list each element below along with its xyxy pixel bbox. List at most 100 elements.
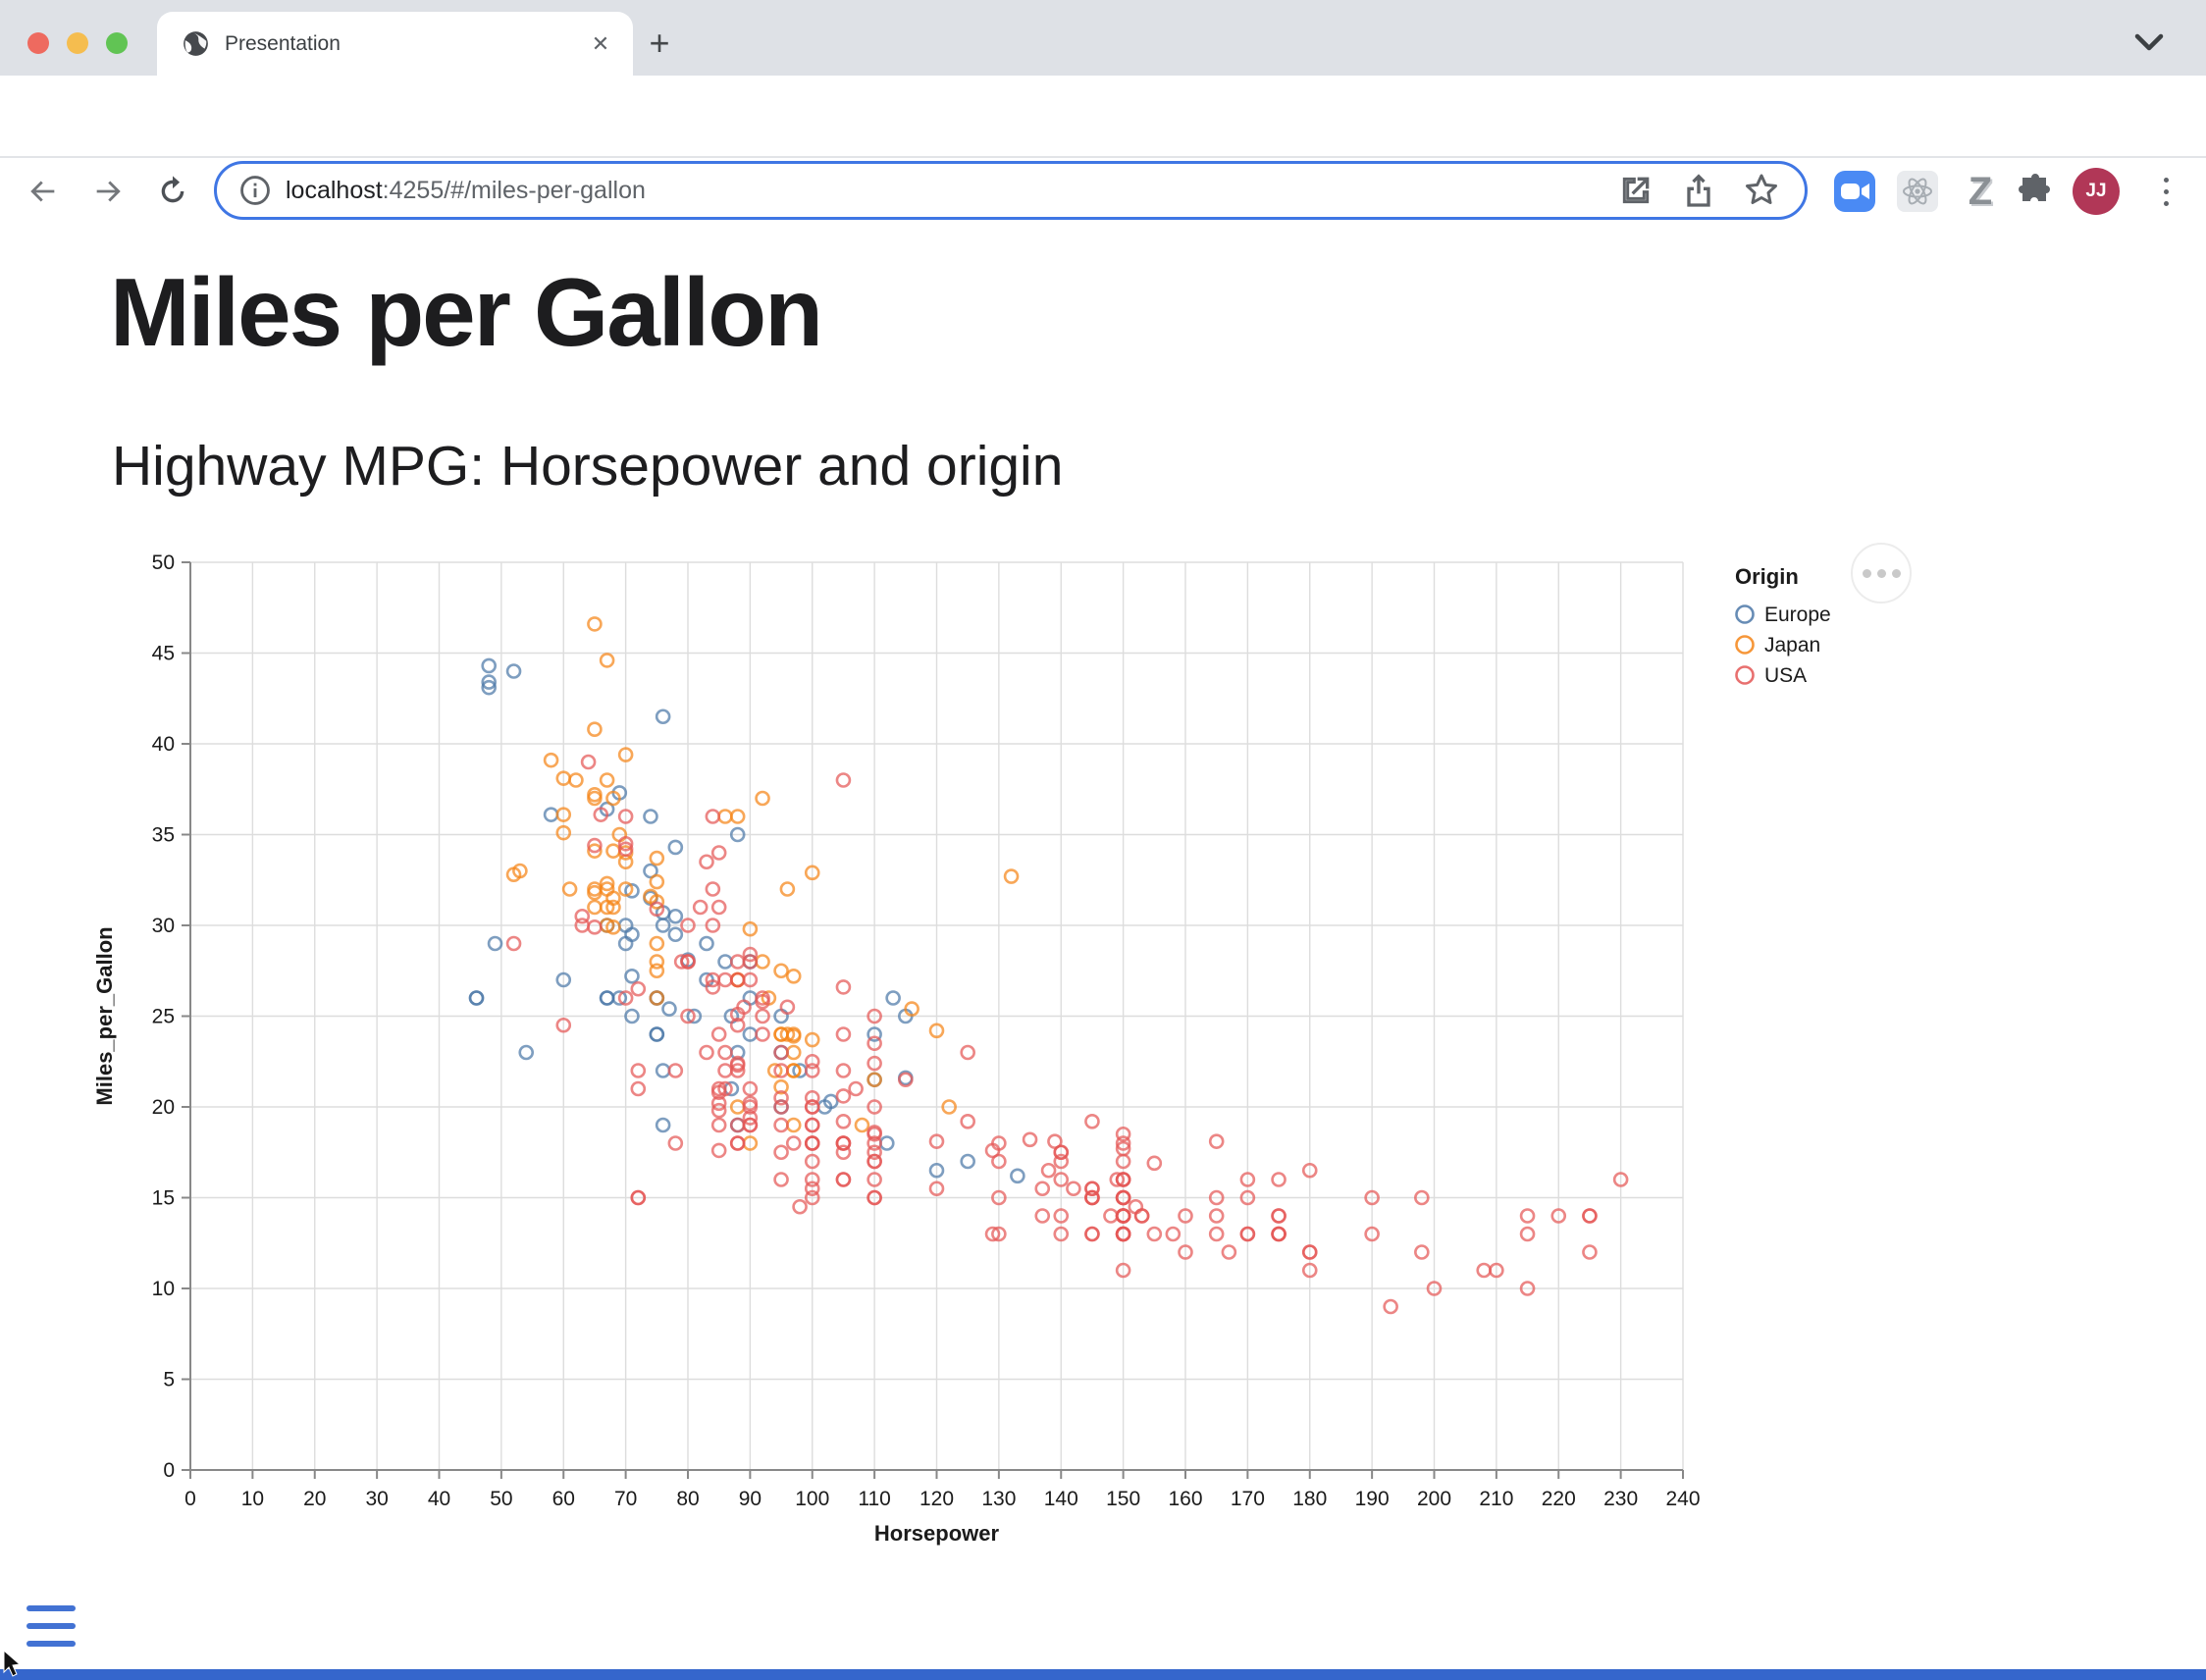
extensions-puzzle-icon[interactable] (2014, 170, 2057, 213)
data-point-usa (1273, 1210, 1286, 1223)
data-point-usa (694, 901, 707, 914)
tab-search-chevron-icon[interactable] (2131, 27, 2167, 57)
data-point-usa (632, 1082, 645, 1095)
x-tick-label: 150 (1106, 1488, 1140, 1510)
presentation-progress-bar (0, 1669, 2206, 1680)
data-point-usa (837, 1089, 850, 1102)
open-in-new-icon[interactable] (1616, 171, 1655, 210)
data-point-usa (731, 1137, 744, 1150)
url-bar[interactable]: localhost:4255/#/miles-per-gallon (214, 161, 1808, 220)
window-minimize-button[interactable] (67, 32, 88, 54)
data-point-europe (669, 910, 682, 922)
data-point-japan (757, 792, 769, 805)
data-point-usa (1036, 1182, 1049, 1195)
globe-favicon-icon (183, 30, 209, 57)
data-point-japan (651, 875, 663, 888)
data-point-usa (1036, 1210, 1049, 1223)
z-extension-icon[interactable]: Z (1959, 170, 2002, 213)
data-point-usa (1042, 1164, 1055, 1177)
data-point-usa (712, 901, 725, 914)
x-tick-label: 230 (1603, 1488, 1638, 1510)
legend-label-japan: Japan (1764, 634, 1820, 656)
y-tick-label: 35 (152, 824, 175, 847)
y-tick-label: 40 (152, 733, 175, 756)
data-point-usa (1273, 1174, 1286, 1186)
data-point-usa (1085, 1228, 1098, 1240)
x-tick-label: 190 (1355, 1488, 1390, 1510)
legend-swatch-usa (1737, 667, 1754, 684)
reload-button[interactable] (149, 168, 196, 215)
window-zoom-button[interactable] (106, 32, 128, 54)
data-point-usa (1085, 1182, 1098, 1195)
data-point-europe (887, 992, 900, 1005)
data-point-usa (707, 883, 719, 896)
data-point-europe (625, 928, 638, 941)
y-tick-label: 25 (152, 1006, 175, 1028)
x-tick-label: 180 (1292, 1488, 1327, 1510)
data-point-usa (632, 1065, 645, 1077)
x-tick-label: 0 (184, 1488, 196, 1510)
page-info-icon[interactable] (238, 174, 272, 207)
data-point-usa (1129, 1200, 1142, 1213)
data-point-usa (1385, 1300, 1397, 1313)
data-point-usa (1135, 1210, 1148, 1223)
data-point-usa (1167, 1228, 1180, 1240)
data-point-usa (775, 1146, 788, 1159)
url-text[interactable]: localhost:4255/#/miles-per-gallon (286, 177, 646, 205)
data-point-europe (470, 992, 483, 1005)
data-point-usa (1210, 1228, 1223, 1240)
data-point-usa (837, 774, 850, 787)
scatter-chart: 0102030405060708090100110120130140150160… (79, 545, 1923, 1604)
browser-menu-button[interactable] (2151, 170, 2180, 213)
data-point-japan (781, 883, 794, 896)
share-icon[interactable] (1679, 171, 1718, 210)
data-point-usa (787, 1137, 800, 1150)
x-tick-label: 200 (1417, 1488, 1451, 1510)
zoom-extension-icon[interactable] (1833, 170, 1876, 213)
x-tick-label: 220 (1542, 1488, 1576, 1510)
data-point-usa (1223, 1246, 1235, 1259)
data-point-usa (719, 973, 732, 986)
data-point-europe (625, 970, 638, 982)
data-point-europe (644, 811, 657, 823)
tab-title: Presentation (225, 32, 586, 56)
forward-button[interactable] (84, 168, 131, 215)
data-point-usa (1583, 1210, 1596, 1223)
data-point-usa (719, 1046, 732, 1059)
tab-strip: Presentation ✕ + (0, 0, 2206, 76)
tab-close-icon[interactable]: ✕ (586, 29, 615, 59)
data-point-usa (712, 847, 725, 860)
data-point-japan (719, 811, 732, 823)
data-point-japan (606, 845, 619, 858)
browser-tab[interactable]: Presentation ✕ (157, 12, 633, 76)
data-point-europe (545, 809, 557, 821)
data-point-japan (545, 754, 557, 766)
data-point-usa (837, 1065, 850, 1077)
data-point-usa (719, 1065, 732, 1077)
y-tick-label: 15 (152, 1187, 175, 1210)
data-point-usa (1067, 1182, 1079, 1195)
data-point-japan (787, 1119, 800, 1131)
new-tab-button[interactable]: + (638, 22, 681, 65)
data-point-usa (794, 1200, 807, 1213)
data-point-usa (1583, 1246, 1596, 1259)
profile-avatar[interactable]: JJ (2073, 168, 2120, 215)
bookmark-star-icon[interactable] (1742, 171, 1781, 210)
react-devtools-extension-icon[interactable] (1896, 170, 1939, 213)
data-point-usa (1104, 1210, 1117, 1223)
page-title: Miles per Gallon (110, 257, 821, 368)
back-button[interactable] (20, 168, 67, 215)
avatar-initials: JJ (2085, 181, 2106, 202)
x-tick-label: 30 (365, 1488, 388, 1510)
window-close-button[interactable] (27, 32, 49, 54)
slides-menu-button[interactable] (26, 1605, 76, 1649)
chart-options-button[interactable] (1851, 543, 1912, 604)
mouse-cursor (2, 1651, 27, 1680)
data-point-usa (582, 756, 595, 768)
x-tick-label: 100 (795, 1488, 829, 1510)
y-tick-label: 10 (152, 1278, 175, 1300)
data-point-usa (775, 1174, 788, 1186)
data-point-japan (601, 654, 613, 666)
data-point-europe (880, 1137, 893, 1150)
data-point-usa (1415, 1246, 1428, 1259)
